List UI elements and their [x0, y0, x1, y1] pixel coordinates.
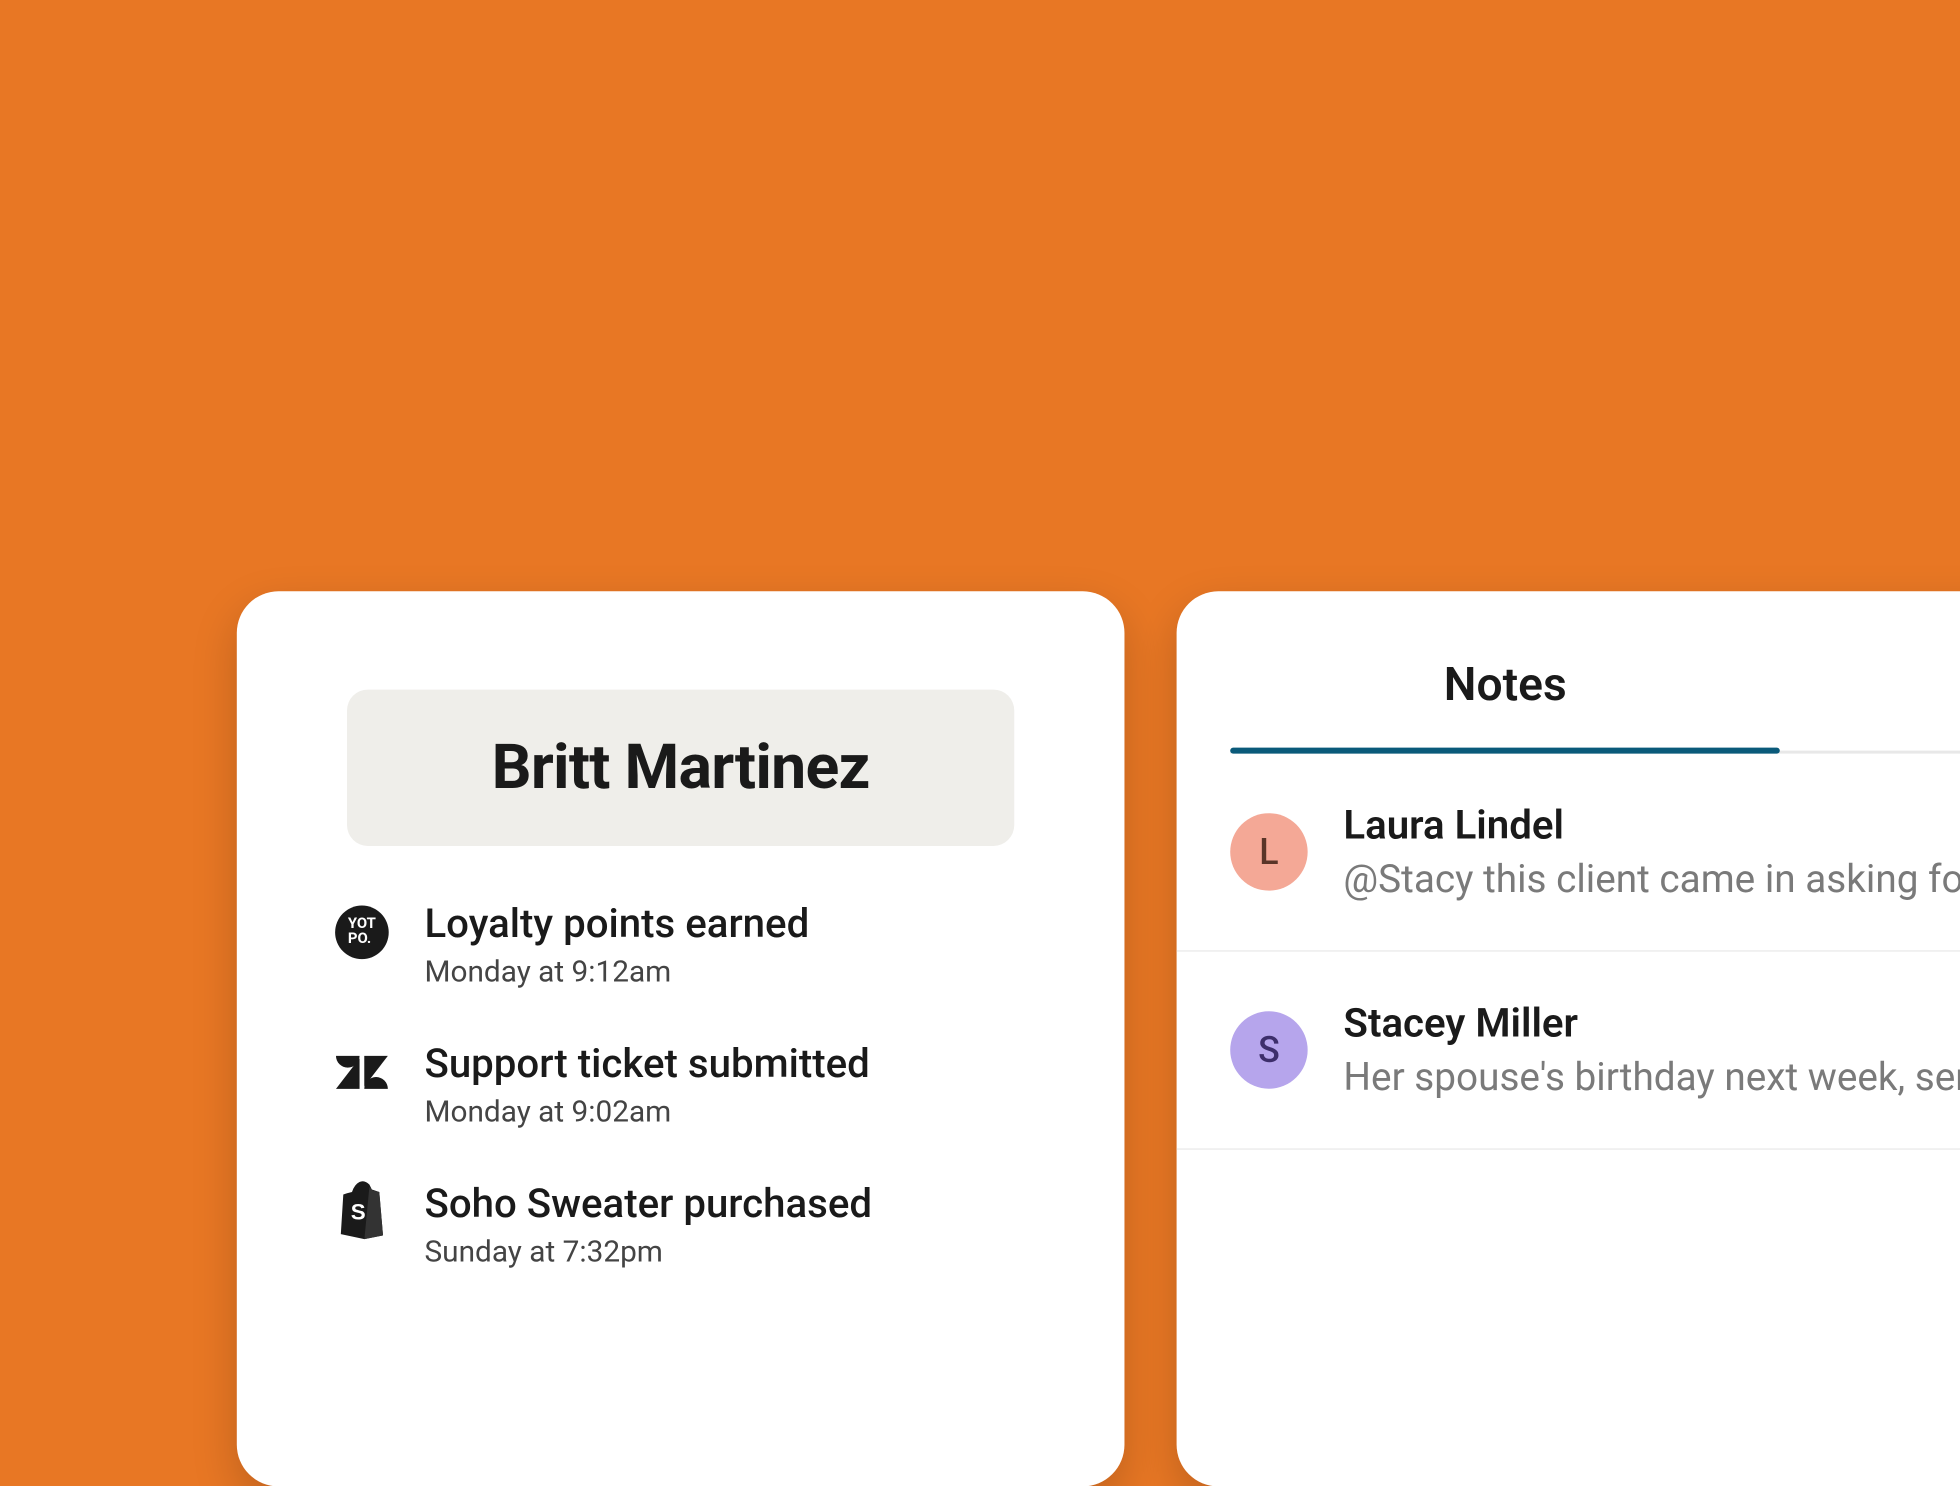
- note-author: Laura Lindel: [1343, 801, 1960, 849]
- yotpo-icon: YOTPO.: [332, 903, 392, 963]
- shopify-icon: S: [332, 1183, 392, 1243]
- note-message: Her spouse's birthday next week, send em…: [1343, 1056, 1960, 1101]
- avatar: S: [1230, 1011, 1307, 1088]
- activity-row[interactable]: S Soho Sweater purchased Sunday at 7:32p…: [326, 1180, 1035, 1269]
- customer-activity-card: Britt Martinez YOTPO. Loyalty points ear…: [237, 591, 1125, 1486]
- activity-text: Soho Sweater purchased Sunday at 7:32pm: [424, 1180, 872, 1269]
- activity-row[interactable]: YOTPO. Loyalty points earned Monday at 9…: [326, 900, 1035, 989]
- note-body: Laura Lindel @Stacy this client came in …: [1343, 801, 1960, 902]
- activity-timestamp: Monday at 9:02am: [424, 1093, 869, 1129]
- customer-name-pill: Britt Martinez: [347, 690, 1014, 846]
- activity-timestamp: Sunday at 7:32pm: [424, 1233, 872, 1269]
- note-row[interactable]: S Stacey Miller Her spouse's birthday ne…: [1177, 952, 1960, 1150]
- avatar: L: [1230, 813, 1307, 890]
- note-body: Stacey Miller Her spouse's birthday next…: [1343, 999, 1960, 1100]
- activity-title: Support ticket submitted: [424, 1040, 869, 1088]
- activity-title: Loyalty points earned: [424, 900, 809, 948]
- note-row[interactable]: L Laura Lindel @Stacy this client came i…: [1177, 754, 1960, 952]
- activity-text: Loyalty points earned Monday at 9:12am: [424, 900, 809, 989]
- svg-text:S: S: [351, 1199, 366, 1224]
- tabs: Notes Orders Tickets: [1230, 630, 1960, 754]
- activity-timestamp: Monday at 9:12am: [424, 953, 809, 989]
- zendesk-icon: [332, 1043, 392, 1103]
- activity-row[interactable]: Support ticket submitted Monday at 9:02a…: [326, 1040, 1035, 1129]
- activity-text: Support ticket submitted Monday at 9:02a…: [424, 1040, 869, 1129]
- tab-orders[interactable]: Orders: [1780, 630, 1960, 751]
- activity-title: Soho Sweater purchased: [424, 1180, 872, 1228]
- customer-name: Britt Martinez: [407, 731, 955, 804]
- notes-card: Notes Orders Tickets L Laura Lindel @Sta…: [1177, 591, 1960, 1486]
- note-message: @Stacy this client came in asking for yo…: [1343, 858, 1960, 903]
- note-author: Stacey Miller: [1343, 999, 1960, 1047]
- tab-notes[interactable]: Notes: [1230, 630, 1780, 751]
